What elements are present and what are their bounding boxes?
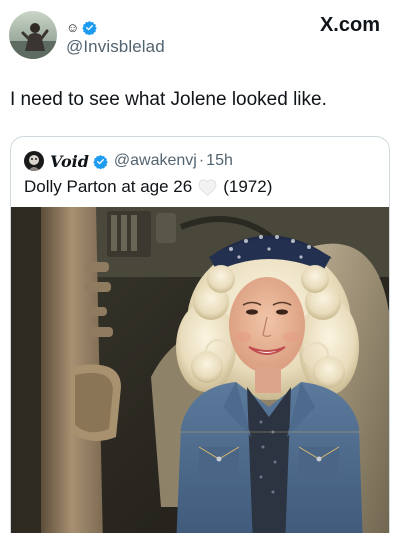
quoted-tweet-header: Void @awakenvj · 15h xyxy=(24,150,233,172)
author-avatar[interactable] xyxy=(9,11,57,59)
quoted-text-year: (1972) xyxy=(223,177,273,196)
white-heart-icon xyxy=(198,178,217,196)
quoted-timestamp[interactable]: 15h xyxy=(206,152,233,170)
quoted-tweet-photo[interactable] xyxy=(11,207,389,533)
quoted-tweet-card[interactable]: Void @awakenvj · 15h Dolly Parton at age… xyxy=(10,136,390,533)
tweet-screenshot: ☺ @Invisblelad X.com I need to see what … xyxy=(0,0,400,533)
quoted-tweet-text: Dolly Parton at age 26 (1972) xyxy=(24,177,272,197)
verified-badge-icon xyxy=(93,154,108,169)
site-label: X.com xyxy=(319,14,380,36)
quoted-author-name[interactable]: Void xyxy=(50,152,89,171)
verified-badge-icon xyxy=(82,20,98,35)
quoted-author-handle[interactable]: @awakenvj xyxy=(114,152,197,170)
author-handle[interactable]: @Invisblelad xyxy=(66,37,165,57)
photo-illustration xyxy=(11,207,389,533)
tweet-text: I need to see what Jolene looked like. xyxy=(10,89,327,110)
quoted-text-main: Dolly Parton at age 26 xyxy=(24,177,193,196)
author-name-row[interactable]: ☺ xyxy=(66,18,98,36)
quoted-author-avatar[interactable] xyxy=(24,151,44,171)
author-display-name: ☺ xyxy=(66,19,80,35)
separator-dot: · xyxy=(198,152,205,169)
